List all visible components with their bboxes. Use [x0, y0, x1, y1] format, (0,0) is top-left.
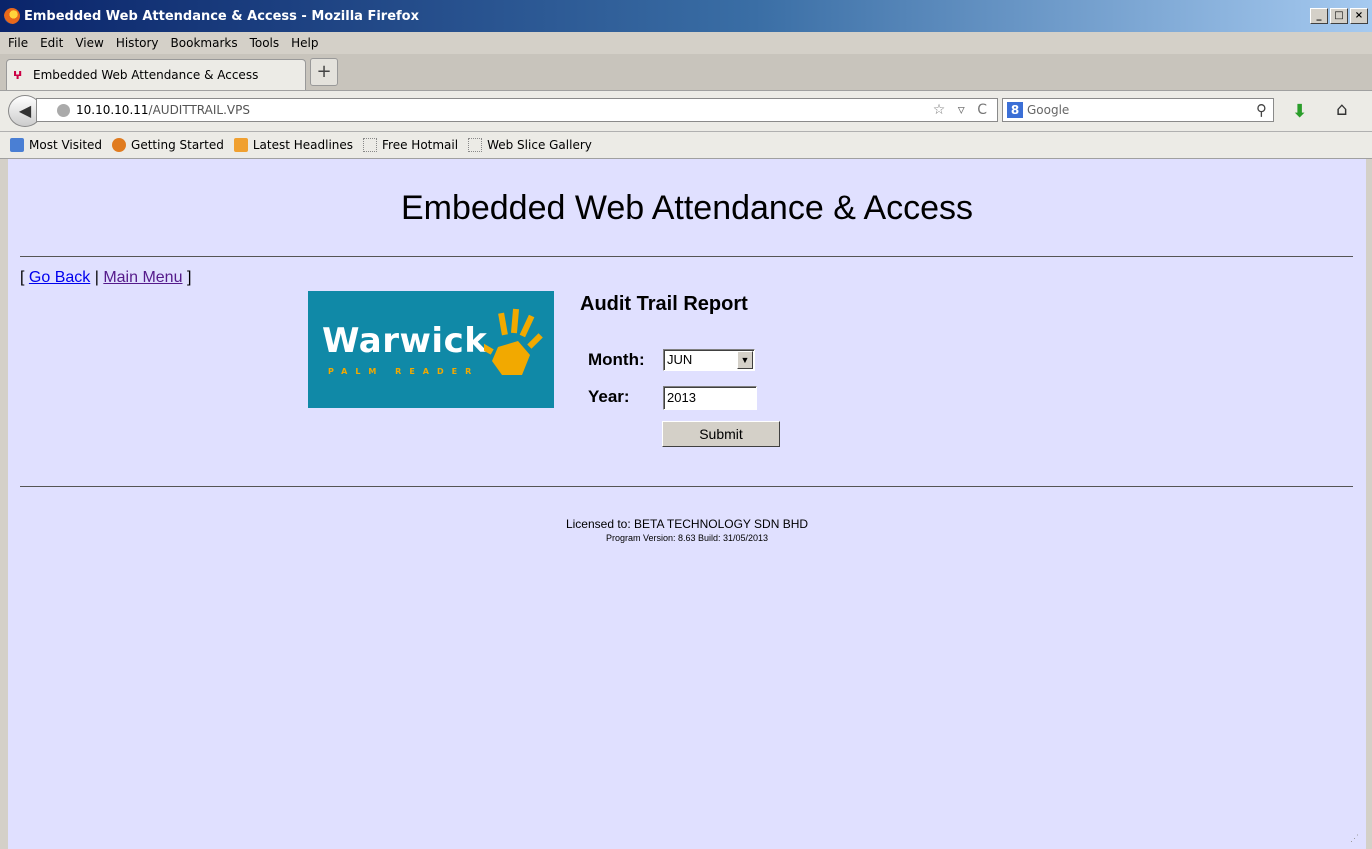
year-label: Year: [588, 387, 630, 406]
year-input[interactable]: 2013 [663, 386, 757, 410]
window-title: Embedded Web Attendance & Access - Mozil… [24, 8, 419, 24]
maximize-button[interactable]: □ [1330, 8, 1348, 24]
window-titlebar: Embedded Web Attendance & Access - Mozil… [0, 0, 1372, 32]
bracket-open: [ [20, 269, 25, 286]
minimize-button[interactable]: _ [1310, 8, 1328, 24]
menu-tools[interactable]: Tools [250, 36, 280, 50]
menu-view[interactable]: View [75, 36, 103, 50]
site-favicon-icon: ⵖ [13, 69, 23, 82]
search-input[interactable]: 8 Google ⚲ [1002, 98, 1274, 122]
new-tab-button[interactable]: + [310, 58, 338, 86]
bracket-close: ] [186, 269, 192, 286]
page-icon [363, 138, 378, 152]
menu-edit[interactable]: Edit [40, 36, 63, 50]
firefox-icon [4, 8, 20, 24]
tab-active[interactable]: ⵖ Embedded Web Attendance & Access [6, 59, 306, 90]
go-back-link[interactable]: Go Back [29, 269, 90, 286]
home-icon[interactable]: ⌂ [1336, 99, 1347, 120]
search-placeholder: Google [1027, 103, 1070, 117]
download-icon[interactable]: ⬇ [1292, 101, 1307, 122]
bookmarks-toolbar: Most Visited Getting Started Latest Head… [0, 132, 1372, 159]
page-heading: Embedded Web Attendance & Access [400, 189, 974, 227]
url-host: 10.10.10.11 [76, 103, 149, 117]
main-menu-link[interactable]: Main Menu [103, 269, 182, 286]
logo-sub: PALM READER [328, 367, 480, 376]
month-label: Month: [588, 350, 645, 369]
bookmark-label: Getting Started [131, 138, 224, 152]
report-title: Audit Trail Report [580, 293, 748, 315]
page-content: Embedded Web Attendance & Access [ Go Ba… [8, 159, 1366, 849]
menu-history[interactable]: History [116, 36, 159, 50]
bookmark-label: Most Visited [29, 138, 103, 152]
google-icon[interactable]: 8 [1007, 102, 1023, 118]
page-icon [468, 138, 483, 152]
menu-file[interactable]: File [8, 36, 28, 50]
bookmark-label: Free Hotmail [382, 138, 459, 152]
link-separator: | [94, 269, 99, 286]
firefox-icon [112, 138, 127, 152]
navigation-toolbar: ◀ 10.10.10.11 /AUDITTRAIL.VPS ☆ ▿ C 8 Go… [0, 91, 1372, 132]
resize-grip-icon[interactable]: ⋰ [1350, 833, 1362, 845]
month-select[interactable]: JUN ▼ [663, 349, 755, 371]
divider-top [20, 256, 1353, 257]
warwick-logo: Warwick PALM READER [308, 291, 554, 408]
bookmark-most-visited[interactable]: Most Visited [10, 138, 102, 152]
search-icon[interactable]: ⚲ [1256, 101, 1267, 119]
tab-bar: ⵖ Embedded Web Attendance & Access [0, 54, 1372, 91]
menu-help[interactable]: Help [291, 36, 318, 50]
bookmark-web-slice-gallery[interactable]: Web Slice Gallery [468, 138, 592, 152]
menu-bar: File Edit View History Bookmarks Tools H… [0, 32, 1372, 54]
logo-word: Warwick [322, 321, 488, 361]
tab-label: Embedded Web Attendance & Access [33, 68, 259, 82]
bookmark-star-icon[interactable]: ☆ ▿ C [933, 102, 991, 118]
globe-icon [57, 103, 70, 117]
palm-icon [484, 308, 543, 375]
bookmark-label: Web Slice Gallery [487, 138, 592, 152]
month-value: JUN [667, 352, 693, 367]
chevron-down-icon[interactable]: ▼ [737, 351, 753, 369]
bookmark-free-hotmail[interactable]: Free Hotmail [363, 138, 458, 152]
bookmark-label: Latest Headlines [252, 138, 354, 152]
rss-icon [233, 138, 248, 152]
divider-bottom [20, 486, 1353, 487]
close-button[interactable]: × [1350, 8, 1368, 24]
license-text: Licensed to: BETA TECHNOLOGY SDN BHD [565, 517, 809, 531]
url-path: /AUDITTRAIL.VPS [148, 103, 250, 117]
menu-bookmarks[interactable]: Bookmarks [171, 36, 238, 50]
nav-links: [ Go Back | Main Menu ] [20, 269, 191, 287]
url-bar[interactable]: 10.10.10.11 /AUDITTRAIL.VPS ☆ ▿ C [36, 98, 998, 122]
bookmark-getting-started[interactable]: Getting Started [112, 138, 224, 152]
submit-button[interactable]: Submit [662, 421, 780, 447]
bookmark-latest-headlines[interactable]: Latest Headlines [233, 138, 354, 152]
most-visited-icon [10, 138, 24, 152]
version-text: Program Version: 8.63 Build: 31/05/2013 [605, 533, 769, 543]
